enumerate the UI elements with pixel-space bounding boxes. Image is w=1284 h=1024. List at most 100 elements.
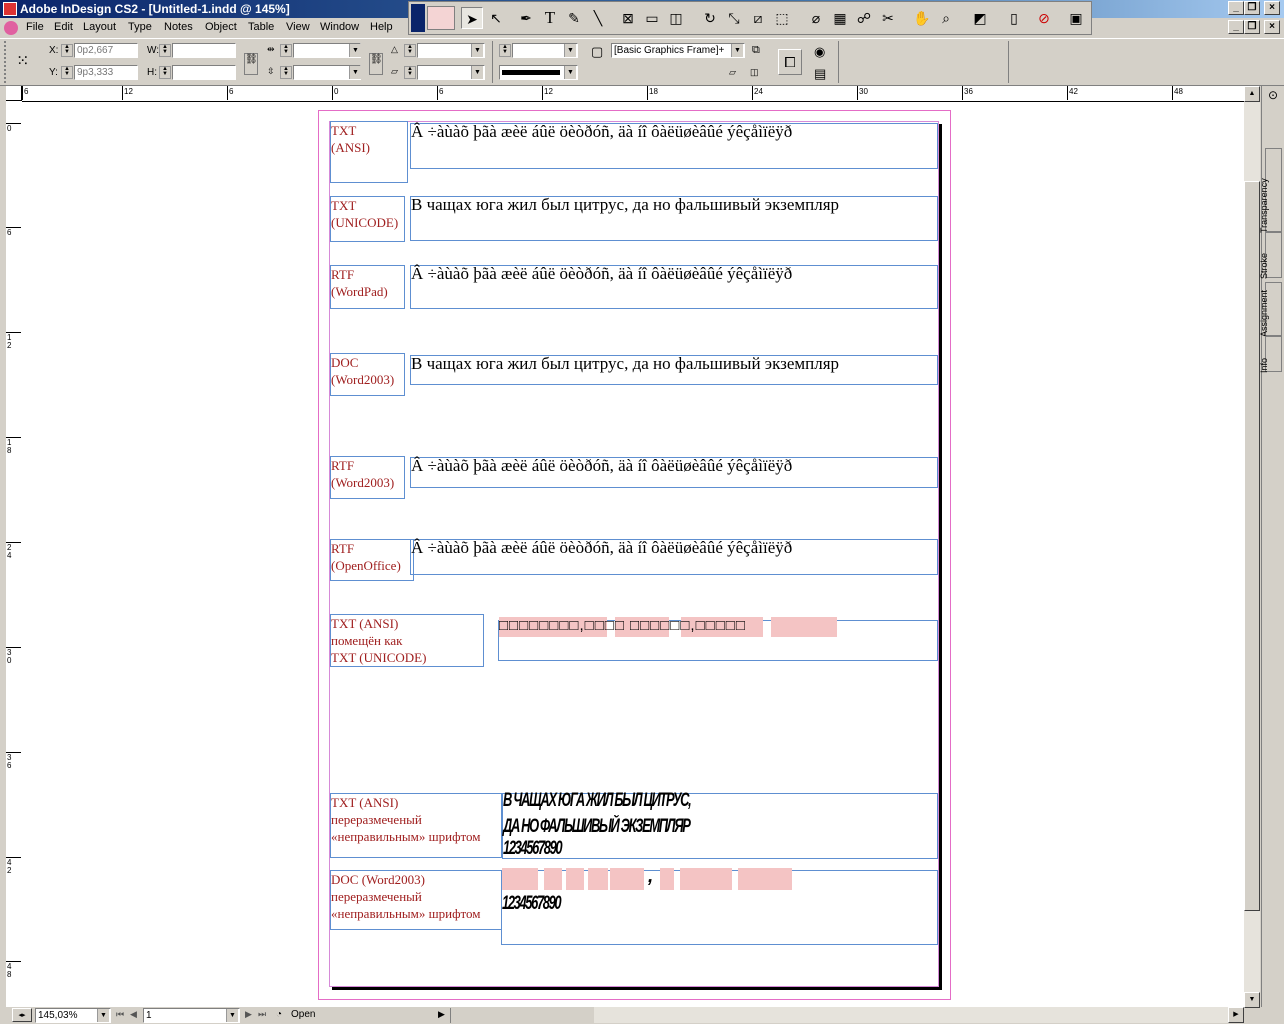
zoom-arrows-icon[interactable]: ◂▸ [12, 1008, 32, 1022]
document-icon[interactable] [4, 21, 18, 35]
zoom-tool-icon[interactable]: ⌕ [935, 7, 957, 29]
scale-y-dropdown[interactable]: ▼ [349, 66, 361, 79]
stroke-type-dropdown[interactable]: ▼ [564, 66, 576, 79]
prev-page-icon[interactable]: ◀ [130, 1009, 137, 1020]
menu-window[interactable]: Window [320, 21, 359, 33]
scroll-up-icon[interactable]: ▲ [1244, 86, 1260, 102]
scale-link-icon[interactable]: ⛓ [369, 53, 383, 75]
horizontal-scrollbar[interactable]: ▶ [594, 1007, 1244, 1023]
label-frame[interactable]: RTF (Word2003) [330, 456, 405, 499]
constrain-link-icon[interactable]: ⛓ [244, 53, 258, 75]
content-frame[interactable]: Â ÷àùàõ þãà æèë áûë öèòðóñ, äà íî ôàëüøè… [410, 538, 938, 575]
formatting-container-icon[interactable]: ▯ [1003, 7, 1025, 29]
shear-dropdown[interactable]: ▼ [471, 66, 483, 79]
scissors-tool-icon[interactable]: ✂ [877, 7, 899, 29]
eyedropper-tool-icon[interactable]: ⌀ [805, 7, 827, 29]
stroke-weight-spinner[interactable]: ▲ ▼ [499, 44, 511, 57]
button-tool-2-icon[interactable]: ☍ [853, 7, 875, 29]
label-frame[interactable]: DOC (Word2003) [330, 353, 405, 396]
line-tool-icon[interactable]: ╲ [587, 7, 609, 29]
rectangle-frame-tool-icon[interactable]: ⊠ [617, 7, 639, 29]
content-frame[interactable]: В чащах юга жил был цитрус, да но фальши… [410, 354, 938, 385]
shear-spinner[interactable]: ▲ ▼ [404, 66, 416, 79]
content-frame[interactable]: Â ÷àùàõ þãà æèë áûë öèòðóñ, äà íî ôàëüøè… [410, 456, 938, 488]
menu-file[interactable]: File [26, 21, 44, 33]
menu-edit[interactable]: Edit [54, 21, 73, 33]
clear-overrides-small-icon[interactable]: ▱ [729, 67, 736, 78]
fill-stroke-icon[interactable]: ◩ [969, 7, 991, 29]
page-dropdown[interactable]: ▼ [226, 1009, 238, 1022]
menu-object[interactable]: Object [205, 21, 237, 33]
scale-x-dropdown[interactable]: ▼ [349, 44, 361, 57]
content-frame[interactable]: Â ÷àùàõ þãà æèë áûë öèòðóñ, äà íî ôàëüøè… [410, 122, 938, 169]
menu-layout[interactable]: Layout [83, 21, 116, 33]
h-field[interactable] [172, 65, 236, 80]
label-frame[interactable]: RTF (OpenOffice) [330, 539, 414, 581]
label-frame[interactable]: TXT (ANSI) [330, 121, 408, 183]
x-spinner[interactable]: ▲ ▼ [61, 44, 73, 57]
reference-point-icon[interactable]: ⁙ [16, 51, 29, 71]
content-frame[interactable]: Â ÷àùàõ þãà æèë áûë öèòðóñ, äà íî ôàëüøè… [410, 264, 938, 309]
vertical-scrollbar[interactable]: ▲ ▼ [1244, 86, 1260, 1008]
gradient-tool-icon[interactable]: ▦ [829, 7, 851, 29]
free-transform-tool-icon[interactable]: ⬚ [771, 7, 793, 29]
rectangle-tool-icon[interactable]: ▭ [641, 7, 663, 29]
label-frame[interactable]: DOC (Word2003) переразмеченый «неправиль… [330, 870, 502, 930]
scroll-down-icon[interactable]: ▼ [1244, 992, 1260, 1008]
minimize-icon[interactable]: _ [1228, 1, 1244, 15]
button-tool-icon[interactable]: ◫ [665, 7, 687, 29]
w-spinner[interactable]: ▲ ▼ [159, 44, 171, 57]
label-frame[interactable]: TXT (ANSI) переразмеченый «неправильным»… [330, 793, 502, 858]
tab-stroke[interactable]: Stroke [1259, 232, 1282, 279]
tab-transparency[interactable]: Transparency [1259, 148, 1282, 233]
apply-none-icon[interactable]: ⊘ [1033, 7, 1055, 29]
rotation-dropdown[interactable]: ▼ [471, 44, 483, 57]
hand-tool-icon[interactable]: ✋ [911, 7, 933, 29]
menu-help[interactable]: Help [370, 21, 393, 33]
object-style-dropdown[interactable]: ▼ [731, 44, 743, 57]
menu-view[interactable]: View [286, 21, 310, 33]
tab-assignment[interactable]: Assignment [1259, 282, 1282, 337]
restore-icon[interactable]: ❐ [1244, 1, 1260, 15]
label-frame[interactable]: RTF (WordPad) [330, 265, 405, 309]
content-frame[interactable]: , 1234567890 [501, 866, 938, 945]
menu-type[interactable]: Type [128, 21, 152, 33]
scroll-right-icon[interactable]: ▶ [1228, 1007, 1244, 1023]
vertical-scroll-thumb[interactable] [1244, 181, 1260, 911]
scale-x-spinner[interactable]: ▲ ▼ [280, 44, 292, 57]
selection-tool-icon[interactable]: ➤ [461, 7, 483, 29]
palette-grip[interactable] [411, 4, 425, 32]
next-page-icon[interactable]: ▶ [245, 1009, 252, 1020]
x-field[interactable]: 0p2,667 [74, 43, 138, 58]
menu-notes[interactable]: Notes [164, 21, 193, 33]
palette-options-icon[interactable]: ▤ [814, 66, 826, 82]
clear-overrides-icon[interactable]: ⧉ [752, 44, 760, 57]
y-spinner[interactable]: ▲ ▼ [61, 66, 73, 79]
label-frame[interactable]: TXT (ANSI) помещён как TXT (UNICODE) [330, 614, 484, 667]
last-page-icon[interactable]: ⏭ [258, 1009, 266, 1020]
scale-y-spinner[interactable]: ▲ ▼ [280, 66, 292, 79]
content-frame[interactable]: В ЧАЩАХ ЮГА ЖИЛ БЫЛ ЦИТРУС, ДА НО ФАЛЬШИ… [502, 790, 938, 859]
label-frame[interactable]: TXT (UNICODE) [330, 196, 405, 242]
y-field[interactable]: 9p3,333 [74, 65, 138, 80]
version-cue-icon[interactable]: ◔ [276, 1009, 282, 1020]
text-wrap-icon[interactable]: ⧠ [778, 49, 802, 75]
tab-info[interactable]: Info [1259, 336, 1282, 373]
horizontal-ruler[interactable]: 6 12 6 0 6 12 18 24 30 36 42 48 [22, 86, 1244, 102]
first-page-icon[interactable]: ⏮ [116, 1009, 124, 1020]
palette-menu-icon[interactable]: ◉ [814, 44, 825, 60]
stroke-weight-dropdown[interactable]: ▼ [564, 44, 576, 57]
control-grip[interactable] [4, 41, 14, 83]
shear-tool-icon[interactable]: ⧄ [747, 7, 769, 29]
type-tool-icon[interactable]: T [539, 7, 561, 29]
close-icon[interactable]: × [1264, 1, 1280, 15]
pen-tool-icon[interactable]: ✒ [515, 7, 537, 29]
pasteboard[interactable]: TXT (ANSI) Â ÷àùàõ þãà æèë áûë öèòðóñ, ä… [22, 102, 1244, 1007]
w-field[interactable] [172, 43, 236, 58]
scale-tool-icon[interactable]: ⤡ [723, 7, 745, 29]
rotate-tool-icon[interactable]: ↻ [699, 7, 721, 29]
vertical-ruler[interactable]: 0 6 1 2 1 8 2 4 3 0 3 6 4 2 4 8 [6, 101, 23, 1007]
panel-collapse-icon[interactable]: ⊙ [1264, 88, 1282, 106]
menu-table[interactable]: Table [248, 21, 274, 33]
direct-selection-tool-icon[interactable]: ↖ [485, 7, 507, 29]
